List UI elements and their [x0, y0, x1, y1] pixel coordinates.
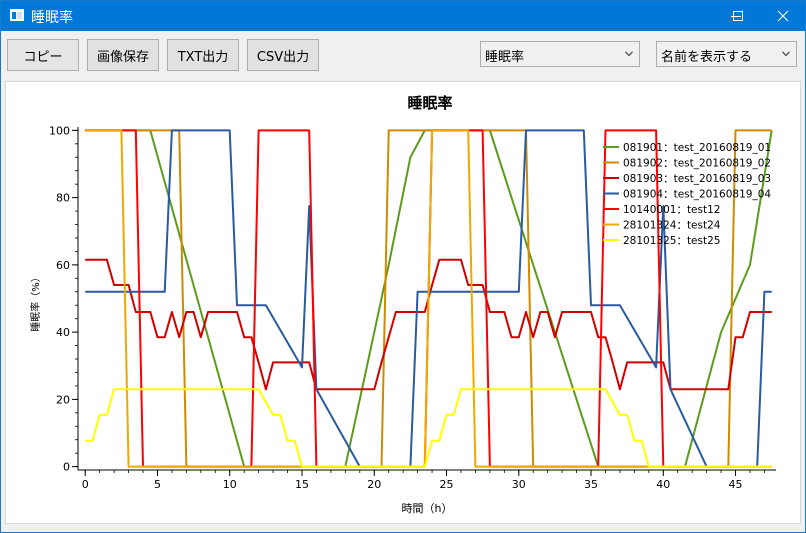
y-tick-label: 80 — [56, 192, 70, 205]
series-line-7 — [85, 388, 772, 468]
chart-panel: 睡眠率 0 20 40 60 80 100 0 5 10 15 20 25 30 35 40 45 08190… — [5, 81, 801, 524]
save-image-button[interactable]: 画像保存 — [87, 39, 159, 71]
legend-label-6: 28101324：test24 — [623, 220, 721, 232]
maximize-button[interactable] — [715, 1, 761, 31]
app-window: 睡眠率 コピー 画像保存 TXT出力 CSV出力 睡眠率 名前を表示する 睡眠率… — [0, 0, 806, 533]
app-window-icon — [10, 9, 24, 21]
legend-label-4: 081904：test_20160819_04 — [623, 189, 771, 201]
status-strip — [1, 525, 805, 532]
legend-label-5: 10140001：test12 — [623, 204, 720, 216]
x-axis-label: 時間（h） — [402, 502, 453, 515]
x-tick-label: 25 — [440, 478, 454, 491]
metric-select[interactable]: 睡眠率 — [480, 41, 640, 67]
txt-export-button[interactable]: TXT出力 — [167, 39, 239, 71]
x-tick-label: 0 — [82, 478, 89, 491]
name-display-select-value: 名前を表示する — [661, 50, 753, 65]
x-tick-label: 40 — [656, 478, 670, 491]
y-axis-label: 睡眠率（%） — [29, 272, 42, 332]
x-tick-label: 35 — [584, 478, 598, 491]
y-tick-label: 40 — [56, 326, 70, 339]
sleep-rate-chart: 睡眠率 0 20 40 60 80 100 0 5 10 15 20 25 30 35 40 45 08190… — [29, 94, 776, 515]
title-bar[interactable]: 睡眠率 — [1, 1, 805, 31]
x-tick-label: 30 — [512, 478, 526, 491]
x-tick-label: 20 — [367, 478, 381, 491]
legend-label-1: 081901：test_20160819_01 — [623, 142, 771, 154]
name-display-select[interactable]: 名前を表示する — [656, 41, 797, 67]
close-button[interactable] — [760, 1, 806, 31]
y-tick-label: 60 — [56, 259, 70, 272]
metric-select-value: 睡眠率 — [485, 50, 525, 65]
csv-export-button[interactable]: CSV出力 — [247, 39, 319, 71]
close-icon — [777, 10, 789, 22]
x-tick-label: 5 — [154, 478, 161, 491]
legend-label-2: 081902：test_20160819_02 — [623, 158, 771, 170]
chevron-down-icon — [625, 51, 633, 57]
legend-label-7: 28101325：test25 — [623, 235, 720, 247]
x-tick-label: 10 — [223, 478, 237, 491]
x-tick-label: 45 — [729, 478, 743, 491]
y-tick-label: 0 — [63, 461, 70, 474]
maximize-icon — [733, 11, 743, 21]
y-tick-label: 100 — [49, 124, 70, 137]
y-tick-label: 20 — [56, 393, 70, 406]
window-title: 睡眠率 — [31, 10, 73, 26]
chart-title: 睡眠率 — [407, 94, 452, 112]
x-tick-label: 15 — [295, 478, 309, 491]
copy-button[interactable]: コピー — [7, 39, 79, 71]
toolbar: コピー 画像保存 TXT出力 CSV出力 睡眠率 名前を表示する — [1, 31, 805, 79]
chevron-down-icon — [782, 51, 790, 57]
legend-label-3: 081903：test_20160819_03 — [623, 173, 771, 185]
